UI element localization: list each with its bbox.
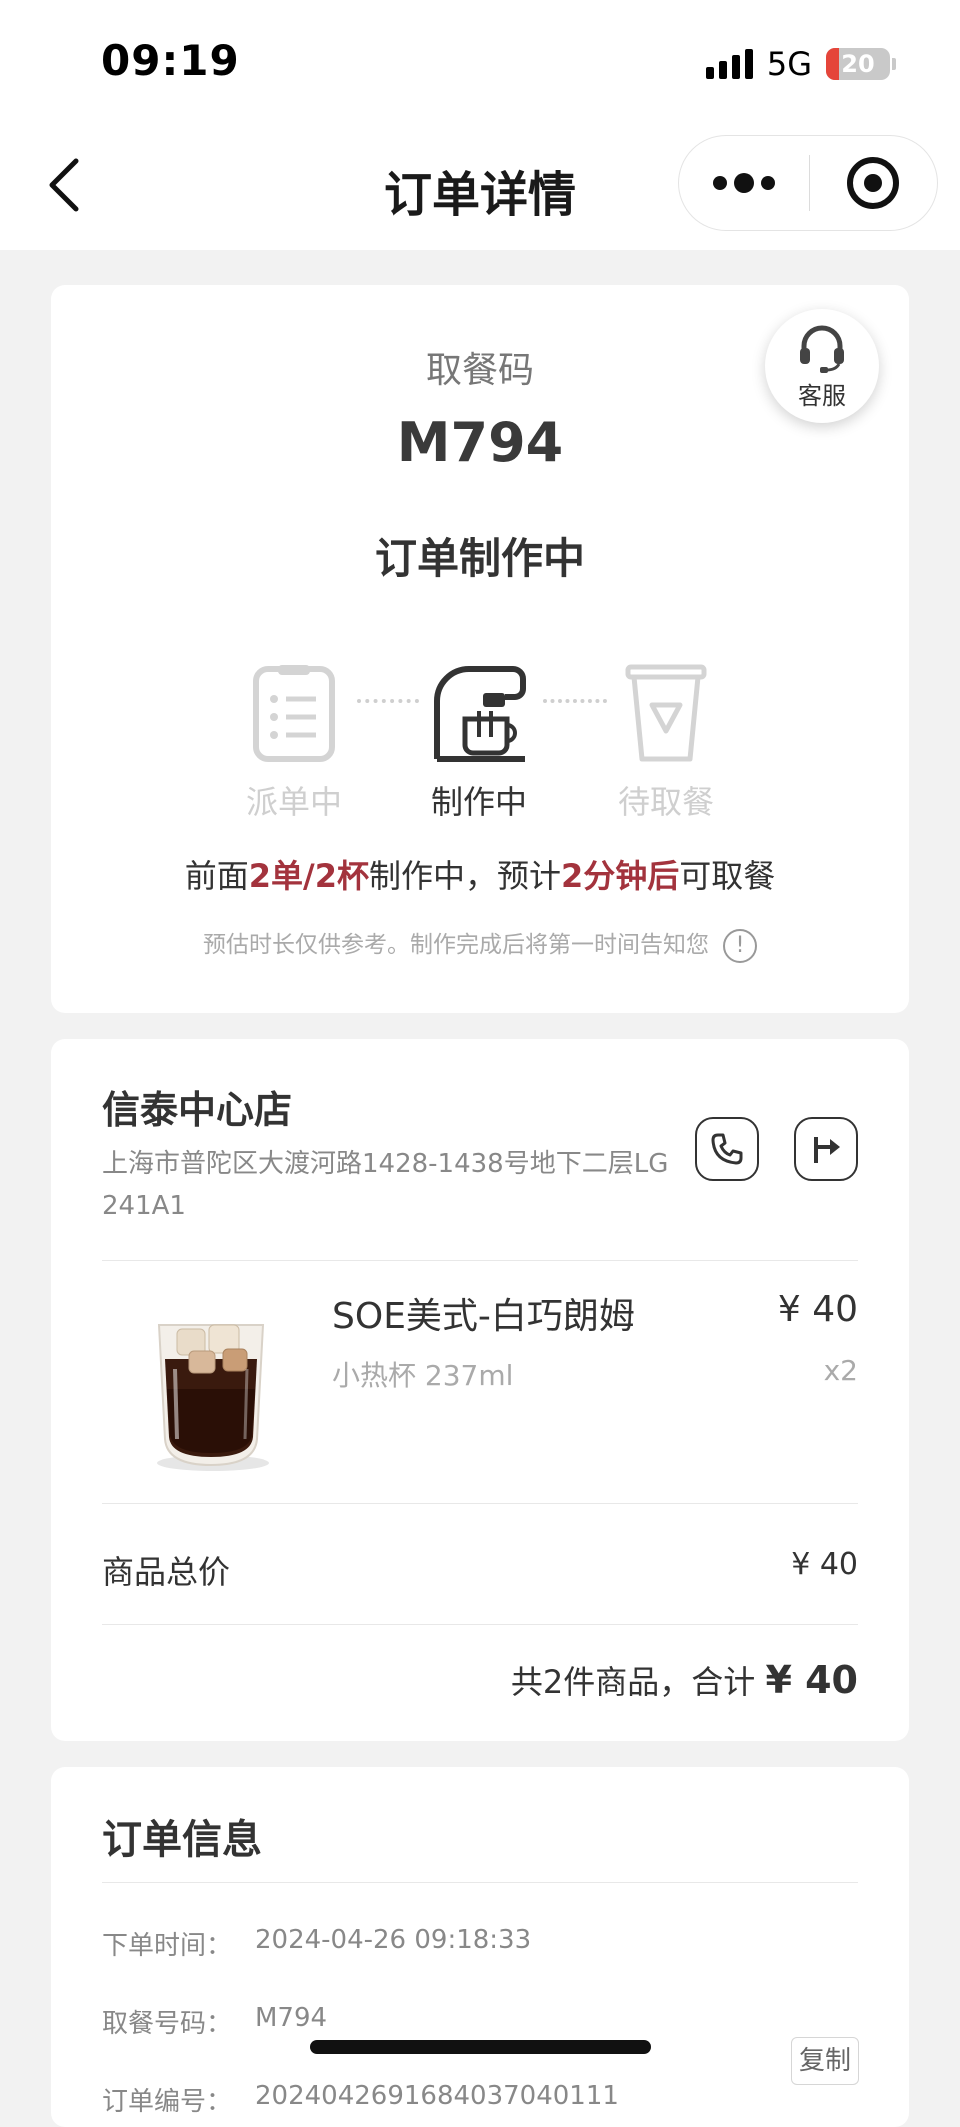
queue-middle: 制作中，预计 — [368, 857, 561, 895]
queue-prefix: 前面 — [184, 857, 249, 895]
order-time-value: 2024-04-26 09:18:33 — [255, 1925, 532, 1955]
status-bar: 09:19 5G 20 — [0, 0, 960, 125]
battery-tip — [892, 58, 896, 70]
queue-orders: 2单/2杯 — [248, 857, 369, 895]
home-indicator — [310, 2040, 651, 2054]
status-indicators: 5G 20 — [705, 44, 896, 84]
store-name: 信泰中心店 — [102, 1088, 293, 1132]
divider — [102, 1260, 858, 1261]
navigate-store-button[interactable] — [794, 1117, 858, 1181]
total-prefix: 共2件商品，合计 — [510, 1663, 766, 1701]
call-store-button[interactable] — [695, 1117, 759, 1181]
product-name: SOE美式-白巧朗姆 — [332, 1296, 635, 1337]
order-info-title: 订单信息 — [102, 1817, 262, 1863]
pickup-code: M794 — [396, 411, 564, 474]
estimate-note-text: 预估时长仅供参考。制作完成后将第一时间告知您 — [203, 932, 709, 958]
divider — [102, 1503, 858, 1504]
store-card: 信泰中心店 上海市普陀区大渡河路1428-1438号地下二层LG241A1 SO… — [51, 1039, 909, 1741]
order-time-label: 下单时间： — [102, 1931, 233, 1961]
step-label: 制作中 — [430, 783, 527, 821]
queue-eta: 2分钟后 — [560, 857, 680, 895]
pickup-code-label: 取餐码 — [425, 350, 534, 391]
divider — [102, 1624, 858, 1625]
step-ready: 待取餐 — [586, 663, 746, 823]
battery-level: 20 — [841, 50, 875, 78]
signal-icon — [705, 49, 753, 79]
queue-suffix: 可取餐 — [679, 857, 776, 895]
order-number-row: 订单编号： 2024042691684037040111 — [102, 2081, 619, 2118]
subtotal-label: 商品总价 — [102, 1553, 231, 1591]
navigation-arrow-icon — [814, 1137, 840, 1163]
product-image[interactable] — [131, 1289, 291, 1479]
mini-program-capsule — [678, 135, 938, 231]
divider — [102, 1882, 858, 1883]
network-type: 5G — [766, 45, 812, 83]
estimate-note: 预估时长仅供参考。制作完成后将第一时间告知您! — [51, 925, 909, 963]
subtotal-value: ¥ 40 — [791, 1547, 858, 1582]
close-mini-program-icon[interactable] — [810, 135, 938, 231]
step-making: 制作中 — [399, 663, 559, 823]
more-icon[interactable] — [679, 135, 809, 231]
order-total: 共2件商品，合计 ¥ 40 — [511, 1657, 858, 1703]
total-amount: ¥ 40 — [765, 1658, 858, 1702]
store-address: 上海市普陀区大渡河路1428-1438号地下二层LG241A1 — [102, 1149, 669, 1221]
step-dispatching: 派单中 — [214, 663, 374, 823]
info-icon[interactable]: ! — [723, 928, 757, 963]
battery-icon: 20 — [826, 48, 890, 80]
pickup-number-row: 取餐号码： M794 — [102, 2003, 327, 2040]
nav-bar: 订单详情 — [0, 125, 960, 250]
order-time-row: 下单时间： 2024-04-26 09:18:33 — [102, 1925, 531, 1962]
phone-icon — [711, 1133, 743, 1165]
step-label: 待取餐 — [617, 783, 714, 821]
order-status-text: 订单制作中 — [374, 534, 585, 583]
order-status-card: 客服 取餐码 M794 订单制作中 派单中 制作中 待取餐 前面2单/2杯制作中… — [51, 285, 909, 1013]
pickup-number-label: 取餐号码： — [102, 2009, 233, 2039]
clipboard-icon — [253, 665, 335, 762]
status-time: 09:19 — [101, 36, 240, 85]
pickup-number-value: M794 — [255, 2003, 328, 2033]
product-price: ¥ 40 — [777, 1289, 858, 1330]
step-label: 派单中 — [245, 783, 342, 821]
coffee-machine-icon — [434, 666, 526, 762]
product-quantity: x2 — [823, 1354, 858, 1387]
order-number-label: 订单编号： — [102, 2087, 233, 2117]
cup-icon — [625, 664, 707, 762]
product-spec: 小热杯 237ml — [332, 1359, 514, 1392]
copy-order-number-button[interactable]: 复制 — [791, 2037, 859, 2085]
queue-message: 前面2单/2杯制作中，预计2分钟后可取餐 — [51, 851, 909, 897]
order-info-card: 订单信息 下单时间： 2024-04-26 09:18:33 取餐号码： M79… — [51, 1767, 909, 2127]
order-number-value: 2024042691684037040111 — [255, 2081, 619, 2111]
